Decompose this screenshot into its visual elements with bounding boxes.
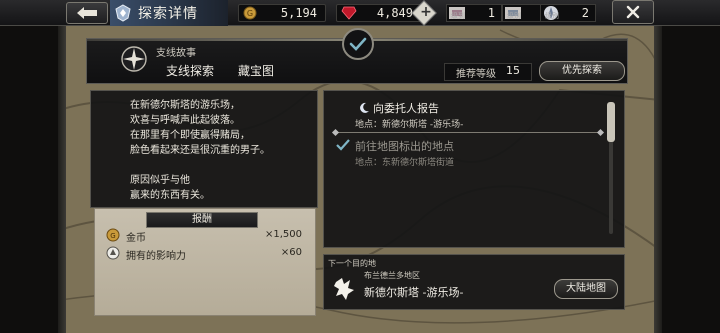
- story-line: 欢喜与呼喊声此起彼落。: [130, 115, 240, 126]
- completed-objective-title: 前往地图标出的地点: [355, 140, 454, 153]
- story-line: 赢来的东西有关。: [130, 190, 210, 201]
- check-icon: [349, 37, 367, 51]
- reward-name: 金币: [126, 233, 146, 244]
- reward-amount: ×1,500: [264, 229, 302, 240]
- story-text: 在新德尔斯塔的游乐场， 欢喜与呼喊声此起彼落。 在那里有个即使赢得赌局， 脸色看…: [130, 98, 270, 203]
- story-line: [130, 158, 270, 173]
- recommended-level-value: 15: [506, 64, 520, 77]
- back-arrow-icon: [77, 7, 97, 19]
- completed-check-icon: [336, 139, 350, 151]
- ticket-1-value: 1: [487, 6, 495, 20]
- objective-scroll-thumb[interactable]: [607, 102, 615, 142]
- crescent-moon-icon: [360, 102, 369, 113]
- gem-value: 4,849: [376, 6, 413, 20]
- ticket-counter-1: 级到 1: [446, 4, 502, 22]
- crest-icon: [115, 4, 131, 22]
- quest-category: 支线故事: [156, 48, 196, 59]
- frame-right: [654, 26, 662, 333]
- reward-amount: ×60: [280, 247, 302, 258]
- svg-text:G: G: [247, 9, 253, 18]
- gold-counter: G 5,194: [238, 4, 326, 22]
- gem-counter: 4,849: [336, 0, 437, 26]
- red-gem-icon: [341, 6, 357, 20]
- page-title: 探索详情: [138, 6, 198, 22]
- destination-name: 新德尔斯塔 -游乐场-: [364, 286, 464, 299]
- influence-icon: [106, 246, 120, 260]
- page-title-area: 探索详情: [110, 0, 228, 26]
- destination-region: 布兰德兰多地区: [364, 271, 420, 280]
- story-line: 脸色看起来还是很沉重的男子。: [130, 145, 270, 156]
- ticket-counter-3: 级别 2: [540, 4, 596, 22]
- ticket-2-label: 级别: [507, 12, 521, 20]
- gold-coin-icon: G: [243, 6, 257, 20]
- ticket-1-label: 级到: [451, 12, 465, 20]
- quest-type: 支线探索: [166, 64, 215, 78]
- close-button[interactable]: [612, 0, 654, 24]
- gold-value: 5,194: [280, 6, 317, 20]
- recommended-level-label: 推荐等级: [456, 69, 496, 80]
- priority-explore-button[interactable]: 优先探索: [539, 61, 625, 81]
- story-line: 原因似乎与他: [130, 175, 190, 186]
- quest-status-badge: [342, 28, 374, 60]
- reward-row: G 金币 ×1,500: [104, 228, 308, 244]
- griffin-emblem-icon: [334, 278, 354, 300]
- continent-map-button[interactable]: 大陆地图: [554, 279, 618, 299]
- completed-objective-location: 地点：东新德尔斯塔街道: [355, 158, 455, 168]
- next-destination-label: 下一个目的地: [328, 259, 376, 268]
- story-line: 在新德尔斯塔的游乐场，: [130, 100, 240, 111]
- back-button[interactable]: [66, 2, 108, 24]
- coin-icon: G: [106, 228, 120, 242]
- current-objective-location: 地点：新德尔斯塔 -游乐场-: [355, 120, 464, 130]
- ticket-3-value: 2: [581, 6, 589, 20]
- reward-name: 拥有的影响力: [126, 251, 186, 262]
- current-objective-title: 向委托人报告: [373, 102, 439, 115]
- objective-divider: [336, 132, 600, 133]
- svg-text:G: G: [110, 232, 115, 240]
- compass-icon: [121, 46, 147, 72]
- close-icon: [626, 5, 640, 19]
- frame-left: [58, 26, 66, 333]
- story-line: 在那里有个即使赢得赌局，: [130, 130, 250, 141]
- ticket-3-label: 级别: [545, 12, 559, 20]
- quest-name: 藏宝图: [238, 64, 275, 78]
- reward-title: 报酬: [146, 212, 258, 228]
- reward-row: 拥有的影响力 ×60: [104, 246, 308, 262]
